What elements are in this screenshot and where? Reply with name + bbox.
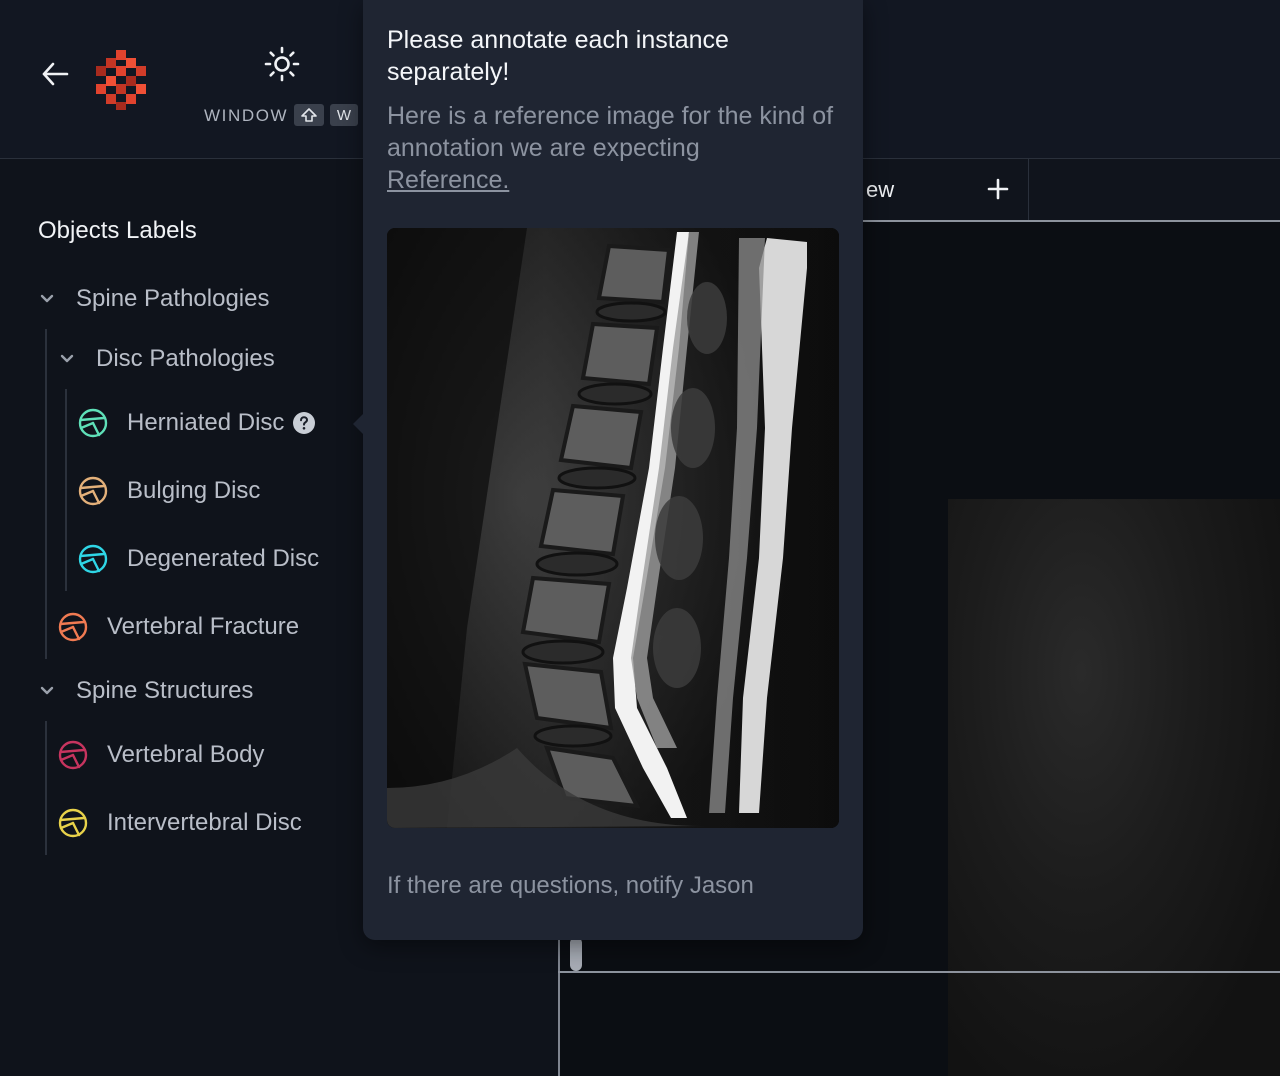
chevron-down-icon bbox=[40, 686, 54, 695]
sun-icon[interactable] bbox=[262, 44, 302, 84]
window-tool[interactable]: WINDOW W bbox=[200, 40, 370, 130]
slice-scrollbar-thumb[interactable] bbox=[570, 937, 582, 971]
sidebar-title: Objects Labels bbox=[38, 217, 197, 244]
window-label: WINDOW bbox=[204, 106, 289, 125]
tree-line-spine-pathologies bbox=[45, 329, 47, 659]
scan-image[interactable] bbox=[948, 499, 1280, 1076]
group-label: Spine Pathologies bbox=[76, 285, 270, 312]
label-item-vertebral-body[interactable]: Vertebral Body bbox=[57, 735, 264, 775]
popover-title: Please annotate each instance separately… bbox=[387, 26, 729, 86]
label-item-degenerated-disc[interactable]: Degenerated Disc bbox=[77, 539, 319, 579]
polygon-label-icon bbox=[78, 408, 108, 438]
label-item-vertebral-fracture[interactable]: Vertebral Fracture bbox=[57, 607, 299, 647]
popover-footer: If there are questions, notify Jason bbox=[387, 872, 754, 899]
tree-line-spine-structures bbox=[45, 721, 47, 855]
app-logo bbox=[92, 46, 152, 112]
objects-labels-sidebar: Objects Labels Spine Pathologies Disc Pa… bbox=[0, 159, 360, 1076]
label-text: Vertebral Body bbox=[107, 741, 265, 768]
chevron-down-icon bbox=[40, 294, 54, 303]
reference-image bbox=[387, 228, 839, 828]
popover-description-text: Here is a reference image for the kind o… bbox=[387, 102, 834, 162]
polygon-label-icon bbox=[58, 612, 88, 642]
reference-link[interactable]: Reference. bbox=[387, 164, 847, 196]
shift-icon bbox=[301, 108, 317, 122]
viewport-split-border bbox=[558, 971, 1280, 973]
label-text: Degenerated Disc bbox=[127, 545, 320, 572]
polygon-label-icon bbox=[58, 740, 88, 770]
shift-key-hint bbox=[294, 104, 324, 126]
label-instructions-popover: Please annotate each instance separately… bbox=[353, 0, 863, 940]
viewer-tab-label[interactable]: ew bbox=[866, 177, 894, 203]
polygon-label-icon bbox=[78, 544, 108, 574]
label-item-intervertebral-disc[interactable]: Intervertebral Disc bbox=[57, 803, 302, 843]
group-spine-structures[interactable]: Spine Structures bbox=[38, 671, 253, 711]
app-root: WINDOW W Objects Labels Spine Pathologie… bbox=[0, 0, 1280, 1076]
label-text: Vertebral Fracture bbox=[107, 613, 300, 640]
chevron-down-icon bbox=[60, 354, 74, 363]
tab-divider bbox=[1028, 159, 1029, 220]
back-button[interactable] bbox=[36, 56, 76, 92]
label-item-bulging-disc[interactable]: Bulging Disc bbox=[77, 471, 260, 511]
w-key-hint: W bbox=[330, 104, 358, 126]
group-disc-pathologies[interactable]: Disc Pathologies bbox=[58, 339, 275, 379]
tree-line-disc-pathologies bbox=[65, 389, 67, 591]
label-item-herniated-disc[interactable]: Herniated Disc bbox=[77, 403, 316, 443]
label-text: Intervertebral Disc bbox=[107, 809, 302, 836]
label-text: Bulging Disc bbox=[127, 477, 261, 504]
popover-description: Here is a reference image for the kind o… bbox=[387, 100, 847, 196]
arrow-left-icon bbox=[42, 62, 69, 86]
group-label: Disc Pathologies bbox=[96, 345, 275, 372]
popover-arrow bbox=[353, 414, 363, 434]
polygon-label-icon bbox=[58, 808, 88, 838]
group-spine-pathologies[interactable]: Spine Pathologies bbox=[38, 279, 269, 319]
label-text: Herniated Disc bbox=[127, 409, 285, 436]
add-view-button[interactable] bbox=[982, 173, 1014, 205]
help-icon[interactable] bbox=[292, 411, 316, 435]
plus-icon bbox=[987, 178, 1009, 200]
polygon-label-icon bbox=[78, 476, 108, 506]
group-label: Spine Structures bbox=[76, 677, 254, 704]
